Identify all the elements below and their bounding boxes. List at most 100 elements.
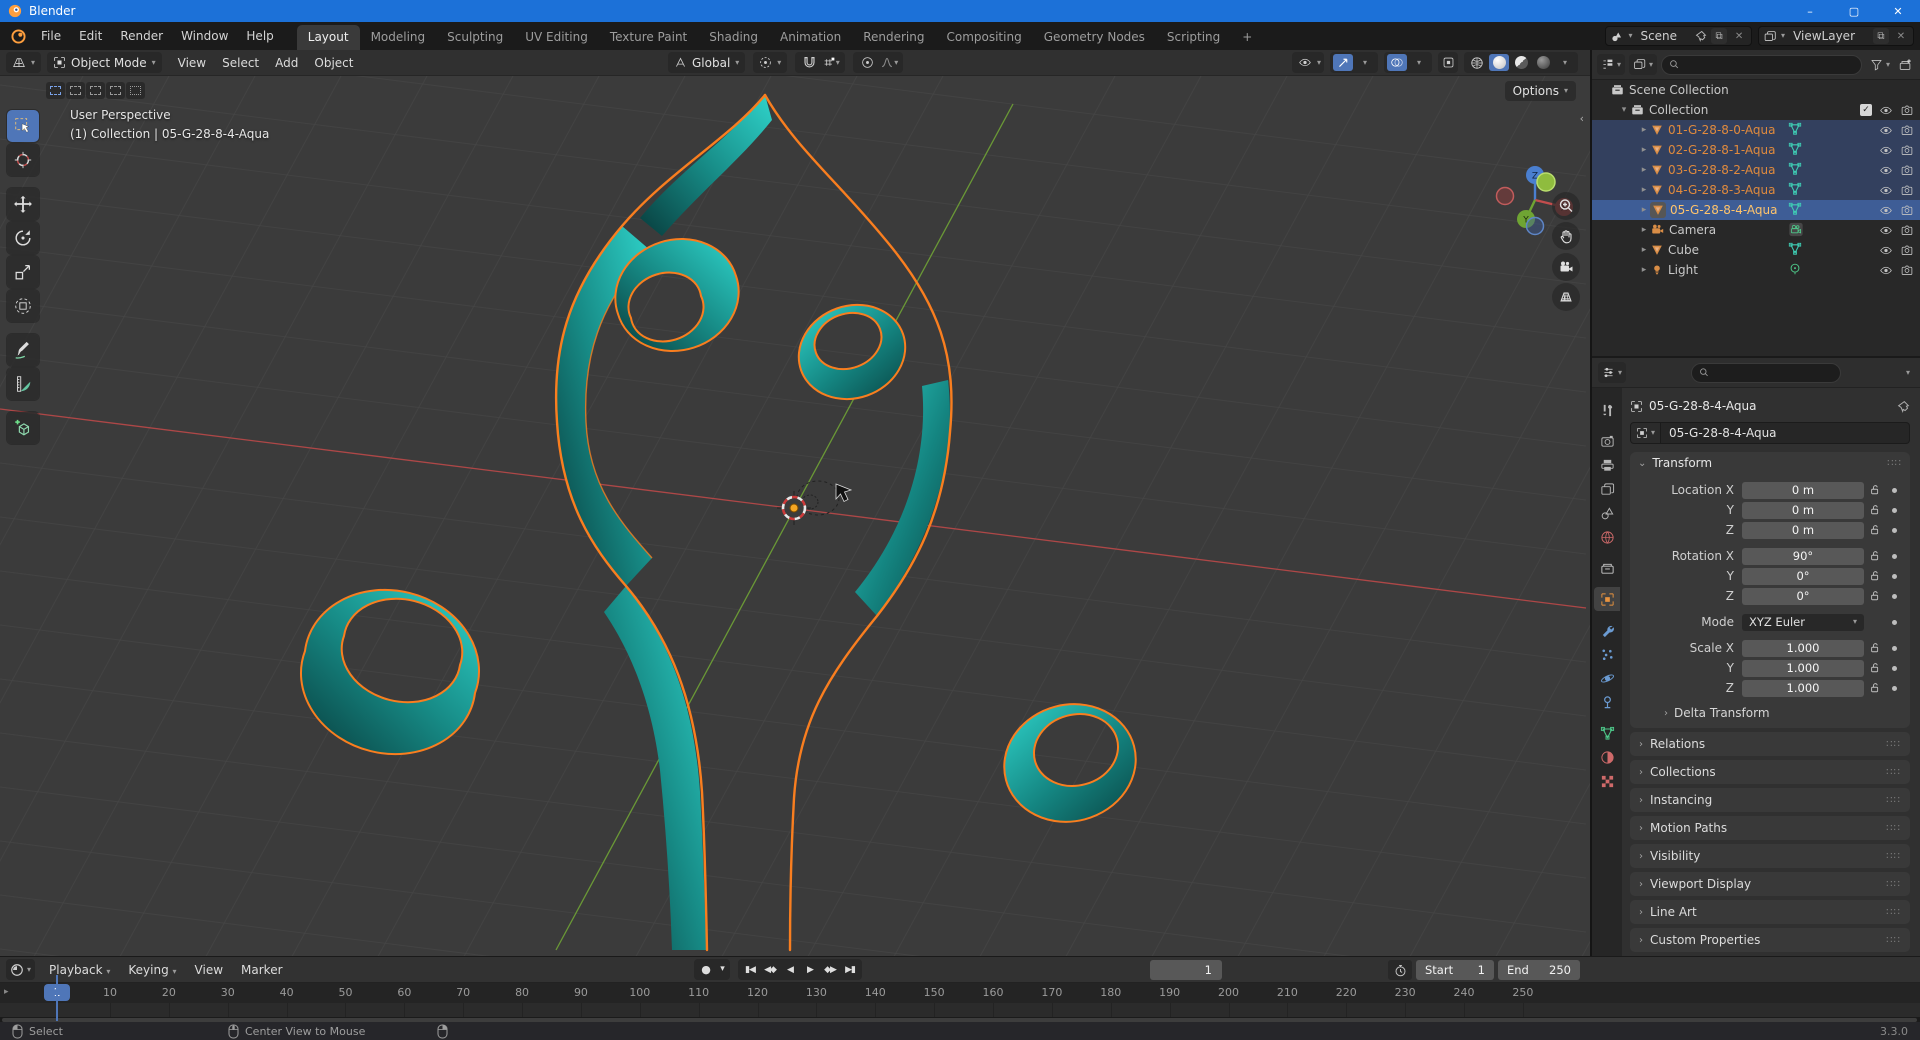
disable-in-renders-toggle[interactable] <box>1900 104 1914 117</box>
gizmo-axis-x-negative[interactable] <box>1497 188 1514 205</box>
select-mode-intersect[interactable] <box>126 82 145 99</box>
timeline-ruler[interactable]: ▸ 1 102030405060708090100110120130140150… <box>0 983 1920 1003</box>
properties-options-dropdown[interactable]: ▾ <box>1906 369 1910 377</box>
disable-in-renders-toggle[interactable] <box>1900 124 1914 137</box>
lock-icon[interactable] <box>1864 642 1886 654</box>
animate-property-button[interactable] <box>1886 594 1902 599</box>
play-reverse-button[interactable]: ◀ <box>780 961 800 978</box>
tool-measure-button[interactable] <box>7 368 39 400</box>
shading-wireframe-button[interactable] <box>1467 54 1487 71</box>
hide-in-viewport-toggle[interactable] <box>1879 264 1893 277</box>
animate-property-button[interactable] <box>1886 574 1902 579</box>
disclosure-closed-icon[interactable]: ▸ <box>1638 205 1650 215</box>
properties-editor-type-dropdown[interactable]: ▾ <box>1598 362 1626 383</box>
scene-browse-icon[interactable] <box>1610 30 1624 43</box>
panel-grip-handle[interactable]: ∷∷ <box>1886 795 1901 806</box>
tool-add-cube-button[interactable] <box>7 412 39 444</box>
disable-in-renders-toggle[interactable] <box>1900 204 1914 217</box>
playhead[interactable] <box>56 975 58 1021</box>
disable-in-renders-toggle[interactable] <box>1900 224 1914 237</box>
zoom-view-button[interactable] <box>1552 192 1580 220</box>
value-field-rotation-x[interactable]: 90° <box>1742 548 1864 565</box>
rotation-mode-dropdown[interactable]: XYZ Euler▾ <box>1742 614 1864 631</box>
3d-viewport-canvas[interactable]: Z X Y <box>0 50 1590 956</box>
viewport-menu-add[interactable]: Add <box>267 54 306 72</box>
properties-tab-constraints[interactable] <box>1594 690 1620 714</box>
menu-file[interactable]: File <box>32 26 70 46</box>
outliner-row-camera[interactable]: ▸Camera <box>1592 220 1920 240</box>
new-scene-button[interactable]: ⧉ <box>1711 28 1727 44</box>
tool-transform-button[interactable] <box>7 290 39 322</box>
select-mode-extend[interactable] <box>66 82 85 99</box>
workspace-tab-animation[interactable]: Animation <box>769 25 852 50</box>
properties-tab-scene[interactable] <box>1594 501 1620 525</box>
add-workspace-button[interactable]: + <box>1231 25 1263 50</box>
lock-icon[interactable] <box>1864 590 1886 602</box>
disable-in-renders-toggle[interactable] <box>1900 244 1914 257</box>
viewport-menu-select[interactable]: Select <box>214 54 267 72</box>
panel-grip-handle[interactable]: ∷∷ <box>1886 935 1901 946</box>
disclosure-closed-icon[interactable]: ▸ <box>1638 265 1650 275</box>
animate-property-button[interactable] <box>1886 686 1902 691</box>
gizmo-axis-y-positive[interactable] <box>1537 173 1555 191</box>
hide-in-viewport-toggle[interactable] <box>1879 244 1893 257</box>
animate-property-button[interactable] <box>1886 646 1902 651</box>
panel-instancing[interactable]: ›Instancing∷∷ <box>1630 788 1910 812</box>
pin-icon[interactable] <box>1695 30 1707 42</box>
mode-dropdown[interactable]: Object Mode ▾ <box>47 52 162 73</box>
snap-to-dropdown[interactable]: ▾ <box>821 54 841 71</box>
value-field-y[interactable]: 1.000 <box>1742 660 1864 677</box>
snap-toggle[interactable] <box>799 54 819 71</box>
value-field-z[interactable]: 0 m <box>1742 522 1864 539</box>
properties-tab-object[interactable] <box>1594 587 1620 611</box>
properties-search-input[interactable] <box>1691 363 1841 383</box>
current-frame-field[interactable]: 1 <box>1150 960 1222 980</box>
auto-keying-record-button[interactable]: ● <box>696 961 716 978</box>
timeline-menu-marker[interactable]: Marker <box>233 961 290 979</box>
properties-tab-physics[interactable] <box>1594 666 1620 690</box>
timeline-track-area[interactable] <box>0 1003 1920 1017</box>
keying-dropdown[interactable]: ▾ <box>716 961 728 978</box>
panel-motion-paths[interactable]: ›Motion Paths∷∷ <box>1630 816 1910 840</box>
outliner-display-mode-dropdown[interactable]: ▾ <box>1597 54 1625 75</box>
new-viewlayer-button[interactable]: ⧉ <box>1873 28 1889 44</box>
workspace-tab-scripting[interactable]: Scripting <box>1156 25 1231 50</box>
remove-viewlayer-button[interactable]: ✕ <box>1893 28 1909 44</box>
value-field-z[interactable]: 0° <box>1742 588 1864 605</box>
properties-tab-world[interactable] <box>1594 525 1620 549</box>
breadcrumb-object-name[interactable]: 05-G-28-8-4-Aqua <box>1649 399 1757 413</box>
tool-cursor-button[interactable] <box>7 144 39 176</box>
collection-checkbox[interactable]: ✓ <box>1860 104 1872 116</box>
disclosure-closed-icon[interactable]: ▸ <box>1638 245 1650 255</box>
select-mode-subtract[interactable] <box>86 82 105 99</box>
3d-viewport[interactable]: Z X Y ▾ Object Mode <box>0 50 1590 956</box>
disclosure-closed-icon[interactable]: ▸ <box>1638 145 1650 155</box>
blender-app-menu-icon[interactable] <box>8 27 28 45</box>
workspace-tab-layout[interactable]: Layout <box>297 25 360 50</box>
new-collection-button[interactable] <box>1898 58 1913 72</box>
properties-tab-tool[interactable] <box>1594 398 1620 422</box>
shading-dropdown[interactable]: ▾ <box>1555 54 1575 71</box>
disclosure-open-icon[interactable]: ▾ <box>1618 105 1630 115</box>
gizmo-axis-z-negative[interactable] <box>1527 218 1544 235</box>
shading-rendered-button[interactable] <box>1533 54 1553 71</box>
hide-in-viewport-toggle[interactable] <box>1879 184 1893 197</box>
properties-tab-material[interactable] <box>1594 745 1620 769</box>
value-field-scale-x[interactable]: 1.000 <box>1742 640 1864 657</box>
hide-in-viewport-toggle[interactable] <box>1879 164 1893 177</box>
sidebar-collapse-arrow[interactable]: ‹ <box>1580 112 1584 125</box>
disable-in-renders-toggle[interactable] <box>1900 184 1914 197</box>
properties-tab-data[interactable] <box>1594 721 1620 745</box>
workspace-tab-compositing[interactable]: Compositing <box>935 25 1032 50</box>
workspace-tab-modeling[interactable]: Modeling <box>360 25 437 50</box>
animate-property-button[interactable] <box>1886 666 1902 671</box>
panel-custom-properties[interactable]: ›Custom Properties∷∷ <box>1630 928 1910 952</box>
outliner-row-03-g-28-8-2-aqua[interactable]: ▸03-G-28-8-2-Aqua <box>1592 160 1920 180</box>
unlink-scene-button[interactable]: ✕ <box>1731 28 1747 44</box>
scene-name[interactable]: Scene <box>1636 29 1691 43</box>
timeline-expand-arrow[interactable]: ▸ <box>4 987 9 997</box>
outliner-filter-dropdown[interactable]: ▾ <box>1866 54 1894 75</box>
viewlayer-name[interactable]: ViewLayer <box>1789 29 1869 43</box>
menu-help[interactable]: Help <box>237 26 282 46</box>
lock-icon[interactable] <box>1864 570 1886 582</box>
